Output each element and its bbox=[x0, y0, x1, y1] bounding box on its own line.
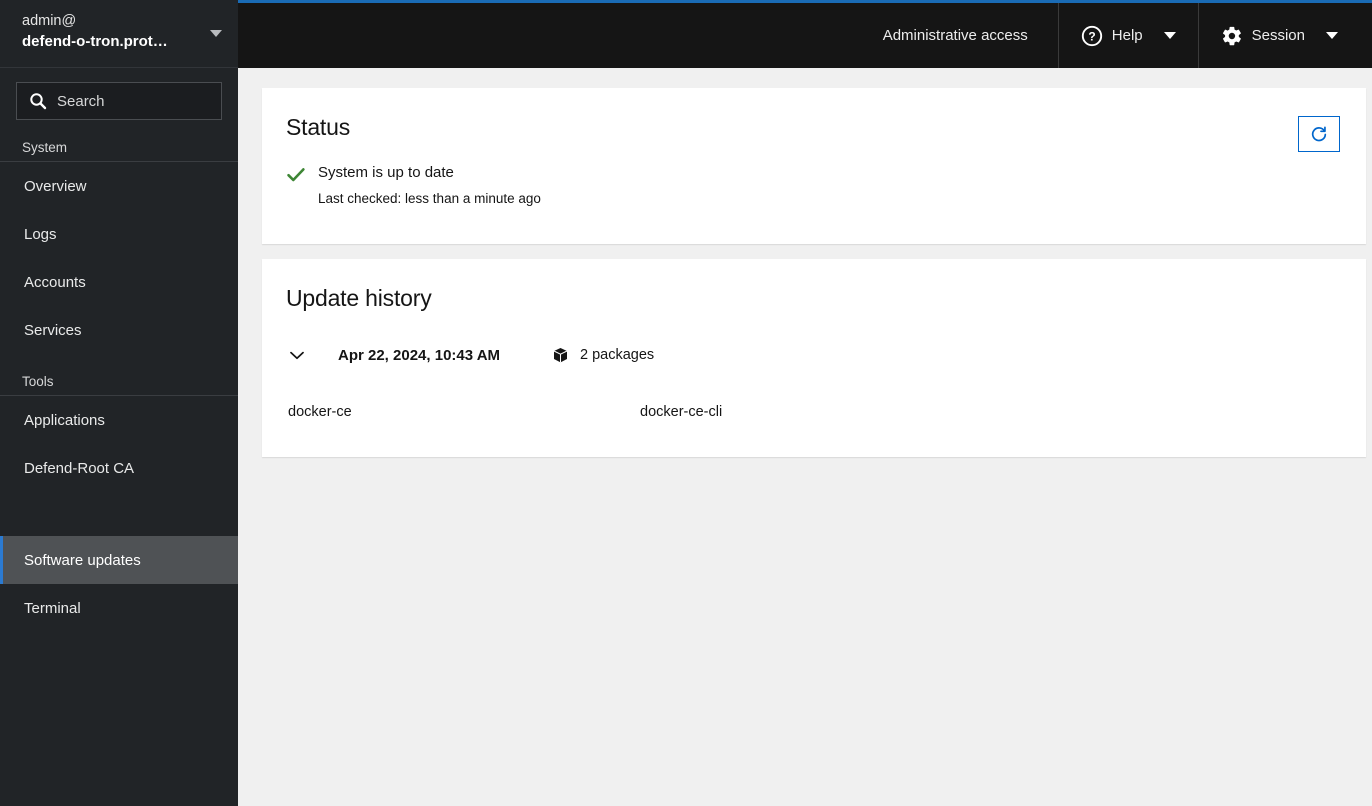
sidebar-item-terminal[interactable]: Terminal bbox=[0, 584, 238, 632]
help-menu-button[interactable]: ? Help bbox=[1059, 3, 1199, 68]
update-history-title: Update history bbox=[286, 285, 432, 311]
host-name: defend-o-tron.prot… bbox=[22, 33, 168, 50]
sidebar-item-label: Logs bbox=[24, 225, 57, 243]
last-checked-text: Last checked: less than a minute ago bbox=[318, 191, 541, 206]
chevron-down-icon bbox=[1326, 32, 1338, 39]
nav-group-label-system: System bbox=[22, 140, 68, 155]
sidebar-item-applications[interactable]: Applications bbox=[0, 396, 238, 444]
sidebar: admin@ defend-o-tron.prot… Search System… bbox=[0, 0, 238, 806]
administrative-access-label: Administrative access bbox=[882, 27, 1028, 44]
search-container: Search bbox=[0, 68, 238, 120]
chevron-down-icon bbox=[1163, 32, 1176, 39]
sidebar-item-defend-root-ca[interactable]: Defend-Root CA bbox=[0, 444, 238, 492]
page-title: Status bbox=[286, 114, 351, 140]
sidebar-item-accounts[interactable]: Accounts bbox=[0, 258, 238, 306]
gear-icon bbox=[1221, 25, 1243, 47]
nav-group-label-tools: Tools bbox=[22, 374, 54, 389]
package-icon bbox=[552, 347, 569, 364]
package-count: 2 packages bbox=[580, 347, 655, 363]
sidebar-item-label: Terminal bbox=[24, 599, 81, 617]
refresh-button[interactable] bbox=[1298, 116, 1340, 152]
sidebar-item-label: Applications bbox=[24, 411, 105, 429]
help-circle-icon: ? bbox=[1081, 25, 1103, 47]
update-date: Apr 22, 2024, 10:43 AM bbox=[338, 346, 501, 364]
chevron-down-icon bbox=[210, 30, 222, 37]
search-input[interactable]: Search bbox=[16, 82, 222, 120]
sidebar-item-label: Services bbox=[24, 321, 82, 339]
update-history-row[interactable]: Apr 22, 2024, 10:43 AM 2 packages bbox=[286, 344, 1342, 366]
chevron-down-icon[interactable] bbox=[286, 344, 308, 366]
main-area: Administrative access ? Help Session Sta… bbox=[238, 0, 1372, 806]
check-icon bbox=[286, 165, 306, 185]
search-input-value: Search bbox=[57, 92, 105, 110]
list-item: docker-ce-cli bbox=[640, 404, 723, 420]
sidebar-item-label: Overview bbox=[24, 177, 87, 195]
sidebar-item-label: Defend-Root CA bbox=[24, 459, 135, 477]
package-list: docker-ce docker-ce-cli bbox=[286, 404, 1342, 420]
status-row: System is up to date Last checked: less … bbox=[286, 163, 1342, 208]
session-menu-button[interactable]: Session bbox=[1199, 3, 1372, 68]
sidebar-item-software-updates[interactable]: Software updates bbox=[0, 536, 238, 584]
session-label: Session bbox=[1251, 27, 1305, 44]
sidebar-item-services[interactable]: Services bbox=[0, 306, 238, 354]
sidebar-item-label: Accounts bbox=[24, 273, 86, 291]
user-menu-button[interactable]: admin@ defend-o-tron.prot… bbox=[0, 0, 238, 68]
sidebar-item-overview[interactable]: Overview bbox=[0, 162, 238, 210]
status-card: Status System is up to date Last checked… bbox=[262, 88, 1366, 244]
update-history-card: Update history Apr 22, 2024, 10:43 AM 2 … bbox=[262, 259, 1366, 457]
status-badge: System is up to date bbox=[318, 164, 454, 181]
administrative-access-button[interactable]: Administrative access bbox=[855, 3, 1059, 68]
status-text-block: System is up to date Last checked: less … bbox=[318, 163, 541, 208]
page-content: Status System is up to date Last checked… bbox=[238, 68, 1372, 457]
refresh-icon bbox=[1310, 125, 1328, 143]
user-name: admin@ bbox=[22, 13, 77, 29]
sidebar-item-label: Software updates bbox=[24, 551, 141, 569]
list-item: docker-ce bbox=[288, 404, 352, 420]
svg-text:?: ? bbox=[1088, 29, 1095, 43]
cockpit-app: admin@ defend-o-tron.prot… Search System… bbox=[0, 0, 1372, 806]
search-icon bbox=[29, 92, 47, 110]
sidebar-item-logs[interactable]: Logs bbox=[0, 210, 238, 258]
help-label: Help bbox=[1111, 27, 1143, 44]
top-header-bar: Administrative access ? Help Session bbox=[238, 0, 1372, 68]
user-menu-text: admin@ defend-o-tron.prot… bbox=[22, 6, 206, 53]
